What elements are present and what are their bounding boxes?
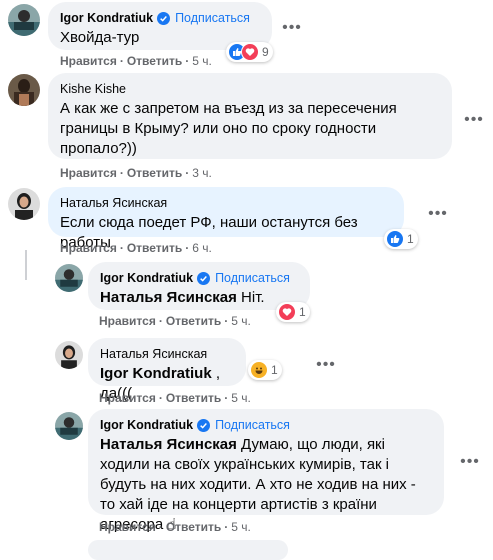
timestamp[interactable]: 3 ч. [192, 166, 212, 180]
comment-author[interactable]: Igor Kondratiuk [60, 10, 153, 26]
verified-badge-icon [157, 11, 171, 25]
reaction-count: 1 [407, 232, 414, 246]
timestamp[interactable]: 5 ч. [231, 391, 251, 405]
verified-badge-icon [197, 418, 211, 432]
like-button[interactable]: Нравится [99, 391, 156, 405]
comment-actions: Нравится · Ответить · 5 ч. [60, 54, 212, 68]
like-button[interactable]: Нравится [99, 520, 156, 534]
like-button[interactable]: Нравится [60, 166, 117, 180]
love-icon [241, 43, 259, 61]
more-options-icon[interactable]: ••• [454, 446, 486, 478]
comment-bubble: Наталья Ясинская Если сюда поедет РФ, на… [48, 187, 404, 251]
more-options-icon[interactable]: ••• [276, 12, 308, 44]
comment-bubble: Igor Kondratiuk Подписаться Наталья Ясин… [88, 262, 310, 310]
mention-link[interactable]: Igor Kondratiuk [100, 365, 212, 382]
reaction-count: 1 [271, 363, 278, 377]
comment-actions: Нравится · Ответить · 6 ч. [60, 241, 212, 255]
reaction-count: 9 [262, 45, 269, 59]
avatar[interactable] [8, 4, 40, 36]
like-icon [386, 230, 404, 248]
comment-text: А как же с запретом на въезд из за перес… [60, 100, 397, 157]
like-button[interactable]: Нравится [60, 241, 117, 255]
comment-actions: Нравится · Ответить · 3 ч. [60, 166, 212, 180]
mention-link[interactable]: Наталья Ясинская [100, 289, 237, 306]
reply-button[interactable]: Ответить [166, 391, 221, 405]
reply-button[interactable]: Ответить [127, 241, 182, 255]
more-options-icon[interactable]: ••• [310, 349, 342, 381]
like-button[interactable]: Нравится [60, 54, 117, 68]
reply-button[interactable]: Ответить [166, 520, 221, 534]
reaction-summary[interactable]: 1 [248, 360, 282, 380]
reaction-summary[interactable]: 1 [384, 229, 418, 249]
avatar[interactable] [8, 188, 40, 220]
reply-button[interactable]: Ответить [166, 314, 221, 328]
follow-link[interactable]: Подписаться [175, 10, 250, 26]
follow-link[interactable]: Подписаться [215, 270, 290, 286]
timestamp[interactable]: 5 ч. [231, 520, 251, 534]
avatar[interactable] [55, 264, 83, 292]
avatar[interactable] [55, 412, 83, 440]
comment-author[interactable]: Igor Kondratiuk [100, 270, 193, 286]
more-options-icon[interactable]: ••• [422, 198, 454, 230]
comment-bubble: Kishe Kishe А как же с запретом на въезд… [48, 73, 452, 159]
comment-bubble: Igor Kondratiuk Подписаться Наталья Ясин… [88, 409, 444, 533]
avatar[interactable] [8, 74, 40, 106]
comment-bubble [88, 540, 288, 560]
reply-button[interactable]: Ответить [127, 54, 182, 68]
love-icon [278, 303, 296, 321]
follow-link[interactable]: Подписаться [215, 417, 290, 433]
verified-badge-icon [197, 271, 211, 285]
thread-line [25, 250, 27, 280]
comment-actions: Нравится · Ответить · 5 ч. [99, 314, 251, 328]
reaction-summary[interactable]: 1 [276, 302, 310, 322]
avatar[interactable] [55, 341, 83, 369]
timestamp[interactable]: 6 ч. [192, 241, 212, 255]
comment-author[interactable]: Наталья Ясинская [100, 346, 207, 362]
comment-text: Ніт. [236, 289, 265, 306]
like-button[interactable]: Нравится [99, 314, 156, 328]
comment-actions: Нравится · Ответить · 5 ч. [99, 520, 251, 534]
reaction-count: 1 [299, 305, 306, 319]
haha-icon [250, 361, 268, 379]
timestamp[interactable]: 5 ч. [231, 314, 251, 328]
comment-author[interactable]: Igor Kondratiuk [100, 417, 193, 433]
timestamp[interactable]: 5 ч. [192, 54, 212, 68]
comment-author[interactable]: Наталья Ясинская [60, 195, 167, 211]
comment-actions: Нравится · Ответить · 5 ч. [99, 391, 251, 405]
more-options-icon[interactable]: ••• [458, 104, 490, 136]
reply-button[interactable]: Ответить [127, 166, 182, 180]
comment-bubble: Наталья Ясинская Igor Kondratiuk , да((( [88, 338, 246, 402]
reaction-summary[interactable]: 9 [226, 42, 273, 62]
comment-author[interactable]: Kishe Kishe [60, 81, 126, 97]
mention-link[interactable]: Наталья Ясинская [100, 436, 237, 453]
